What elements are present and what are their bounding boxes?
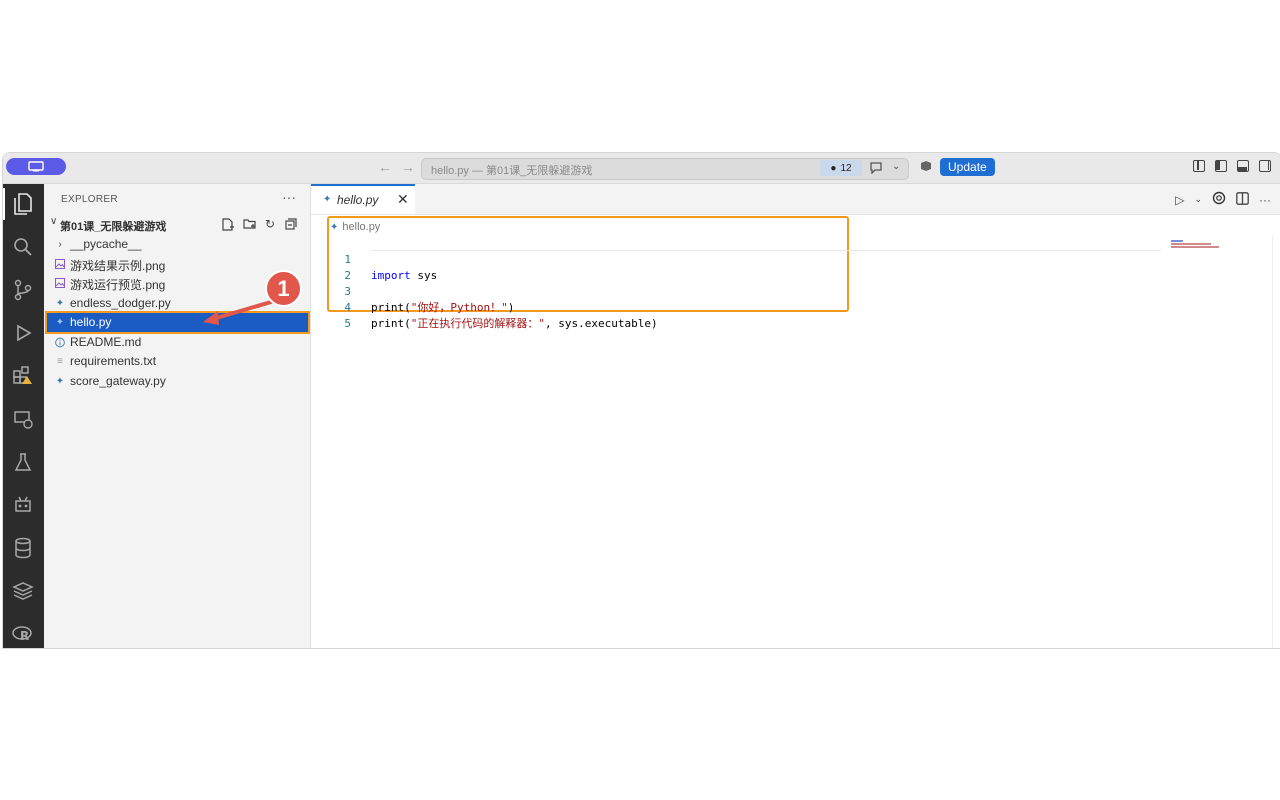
step-marker: 1 (265, 270, 302, 307)
annotation-arrow (203, 298, 280, 325)
